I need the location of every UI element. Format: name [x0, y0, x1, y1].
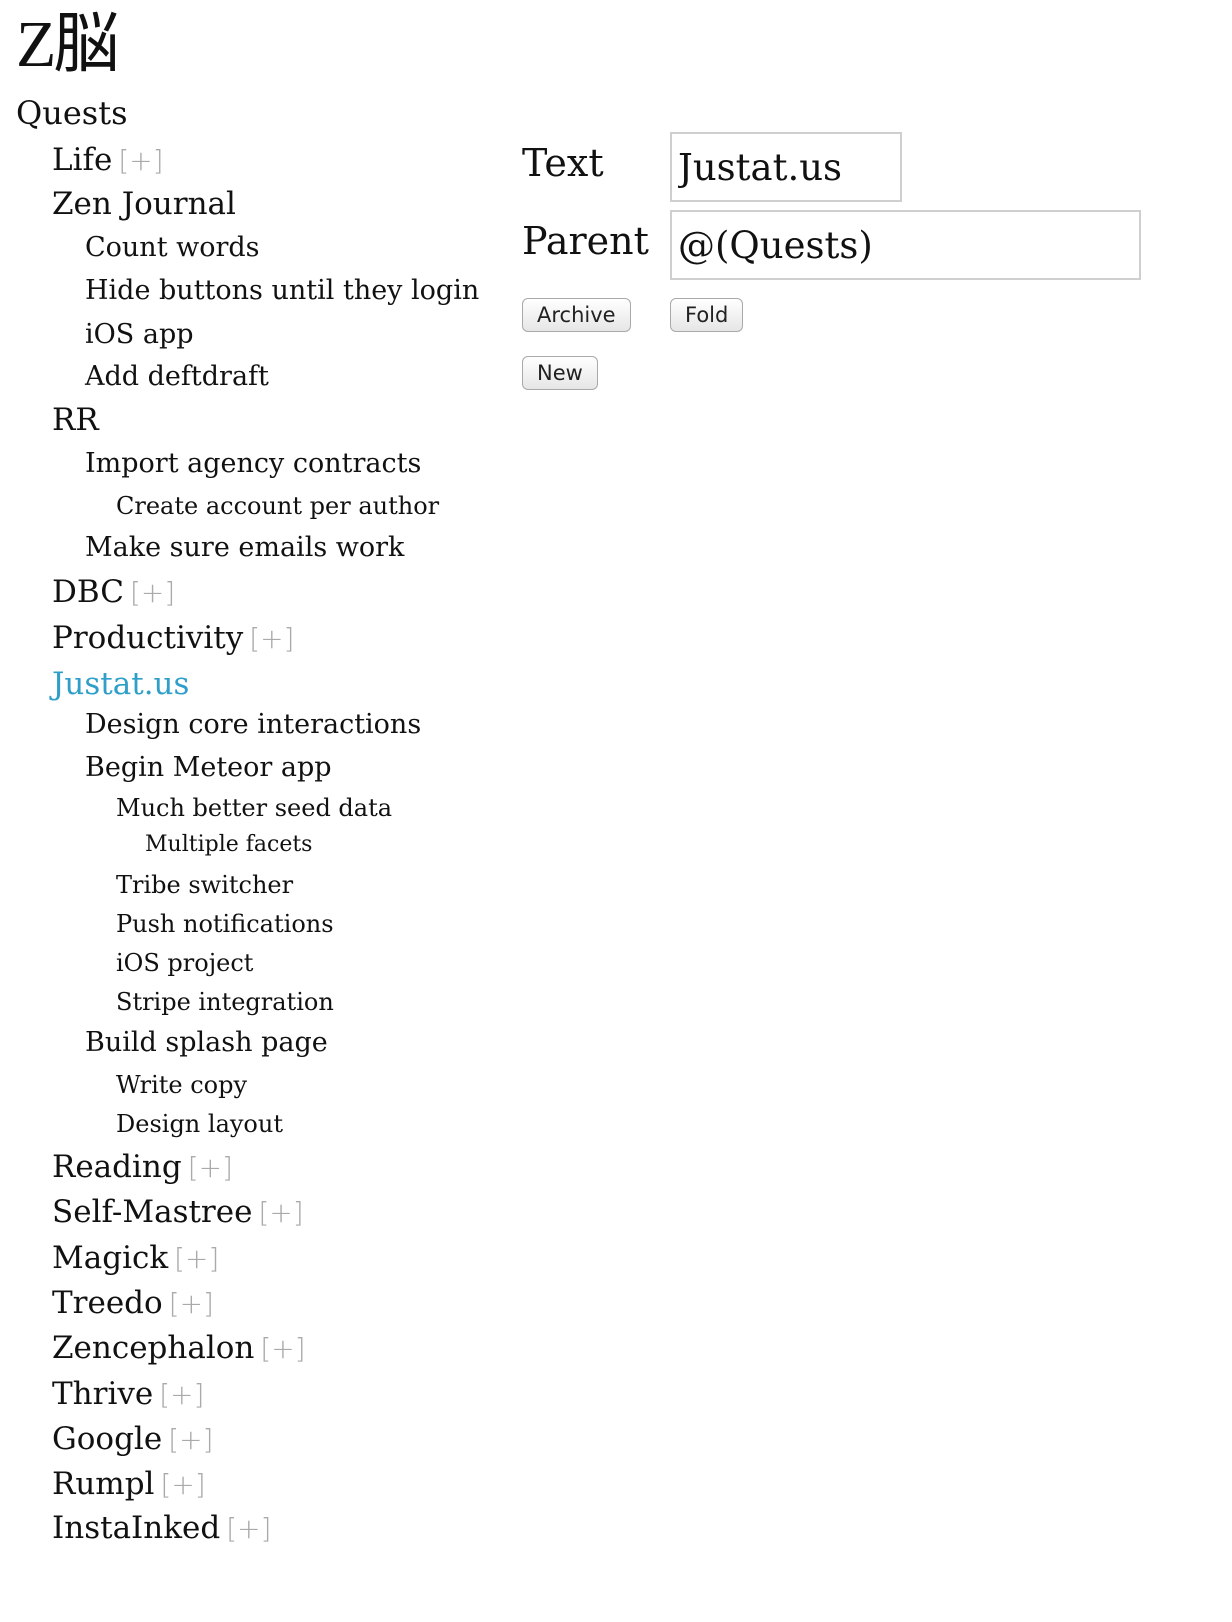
tree-item-label: Life [52, 142, 113, 178]
tree-item[interactable]: Zencephalon [+] [52, 1326, 306, 1371]
expand-icon[interactable]: [+] [159, 1378, 204, 1411]
tree-item[interactable]: Begin Meteor app [85, 748, 332, 788]
quest-tree: Life [+] Zen Journal Count words Hide but… [0, 0, 490, 1622]
text-field[interactable] [670, 132, 902, 202]
tree-item-label: iOS project [116, 949, 254, 977]
expand-icon[interactable]: [+] [226, 1512, 271, 1545]
text-field-label: Text [522, 141, 604, 185]
tree-item[interactable]: Treedo [+] [52, 1281, 214, 1326]
tree-item-label: Push notifications [116, 910, 334, 938]
parent-field[interactable] [670, 210, 1141, 280]
tree-item-label: Stripe integration [116, 988, 334, 1016]
tree-item-label: Write copy [116, 1071, 248, 1099]
tree-item-label: Count words [85, 232, 260, 263]
archive-button[interactable]: Archive [522, 298, 631, 332]
tree-item[interactable]: DBC [+] [52, 570, 175, 615]
tree-item[interactable]: Add deftdraft [85, 357, 269, 397]
tree-item-label: Productivity [52, 620, 244, 656]
tree-item[interactable]: Magick [+] [52, 1236, 219, 1281]
tree-item-selected[interactable]: Justat.us [52, 662, 189, 706]
expand-icon[interactable]: [+] [258, 1196, 303, 1229]
fold-button[interactable]: Fold [670, 298, 744, 332]
tree-item-label: Zen Journal [52, 186, 236, 222]
tree-item[interactable]: Push notifications [116, 906, 334, 942]
tree-item-label: Design core interactions [85, 709, 422, 740]
tree-item[interactable]: iOS project [116, 945, 253, 981]
tree-item-label: RR [52, 402, 99, 438]
tree-item[interactable]: Reading [+] [52, 1145, 233, 1190]
tree-item-label: Begin Meteor app [85, 752, 332, 783]
tree-item-label: Make sure emails work [85, 532, 405, 563]
tree-item-label: Justat.us [52, 666, 190, 702]
tree-item[interactable]: Multiple facets [145, 828, 312, 862]
tree-item-label: Hide buttons until they login [85, 275, 480, 306]
tree-item[interactable]: Import agency contracts [85, 444, 421, 484]
parent-field-label: Parent [522, 219, 649, 263]
tree-item[interactable]: Thrive [+] [52, 1372, 204, 1417]
tree-item[interactable]: Write copy [116, 1067, 247, 1103]
tree-item[interactable]: Much better seed data [116, 790, 392, 826]
tree-item[interactable]: Google [+] [52, 1417, 213, 1462]
tree-item-label: DBC [52, 574, 124, 610]
tree-item[interactable]: Self-Mastree [+] [52, 1190, 304, 1235]
tree-item-label: Reading [52, 1149, 182, 1185]
expand-icon[interactable]: [+] [249, 622, 294, 655]
tree-item-label: Self-Mastree [52, 1194, 253, 1230]
tree-item-label: Magick [52, 1240, 169, 1276]
expand-icon[interactable]: [+] [188, 1151, 233, 1184]
tree-item[interactable]: Stripe integration [116, 984, 334, 1020]
tree-item-label: Multiple facets [145, 832, 313, 857]
tree-item[interactable]: Count words [85, 228, 260, 268]
tree-item-label: Import agency contracts [85, 448, 422, 479]
expand-icon[interactable]: [+] [169, 1287, 214, 1320]
tree-item-label: Add deftdraft [85, 361, 269, 392]
new-button[interactable]: New [522, 356, 598, 390]
tree-item[interactable]: Rumpl [+] [52, 1462, 206, 1507]
tree-item-label: Rumpl [52, 1466, 155, 1502]
tree-item[interactable]: iOS app [85, 315, 194, 355]
tree-item[interactable]: Build splash page [85, 1023, 328, 1063]
tree-item-label: Zencephalon [52, 1330, 255, 1366]
expand-icon[interactable]: [+] [168, 1423, 213, 1456]
expand-icon[interactable]: [+] [118, 144, 163, 177]
tree-item[interactable]: Tribe switcher [116, 867, 293, 903]
tree-item[interactable]: Zen Journal [52, 182, 236, 226]
tree-item[interactable]: Hide buttons until they login [85, 271, 479, 311]
tree-item[interactable]: Design layout [116, 1106, 283, 1142]
tree-item-label: Treedo [52, 1285, 163, 1321]
tree-item-label: Build splash page [85, 1027, 328, 1058]
tree-item-label: Google [52, 1421, 163, 1457]
expand-icon[interactable]: [+] [174, 1242, 219, 1275]
tree-item[interactable]: Life [+] [52, 138, 163, 183]
tree-item-label: InstaInked [52, 1510, 221, 1546]
tree-item[interactable]: Create account per author [116, 488, 439, 524]
expand-icon[interactable]: [+] [160, 1468, 205, 1501]
tree-item-label: Thrive [52, 1376, 154, 1412]
tree-item-label: Tribe switcher [116, 871, 294, 899]
tree-item-label: iOS app [85, 319, 194, 350]
tree-item[interactable]: Design core interactions [85, 705, 421, 745]
tree-item[interactable]: Productivity [+] [52, 616, 294, 661]
tree-item-label: Create account per author [116, 492, 440, 520]
tree-item[interactable]: Make sure emails work [85, 528, 404, 568]
tree-item[interactable]: InstaInked [+] [52, 1506, 271, 1551]
tree-item[interactable]: RR [52, 398, 99, 442]
tree-item-label: Much better seed data [116, 794, 393, 822]
expand-icon[interactable]: [+] [130, 576, 175, 609]
expand-icon[interactable]: [+] [260, 1332, 305, 1365]
tree-item-label: Design layout [116, 1110, 283, 1138]
